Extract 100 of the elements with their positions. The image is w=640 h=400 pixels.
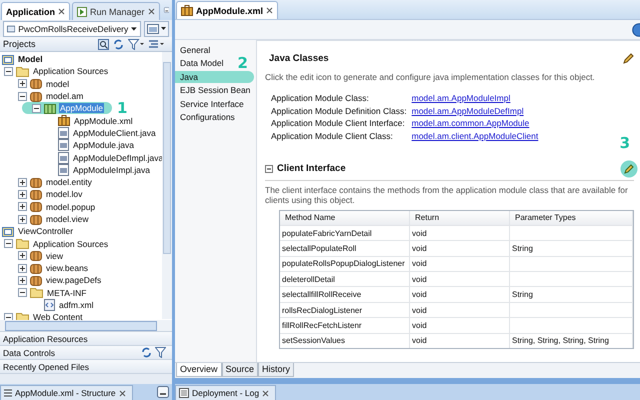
- menu-button[interactable]: [144, 20, 169, 36]
- view-tab[interactable]: Source: [222, 363, 258, 377]
- sync-icon[interactable]: [113, 38, 124, 50]
- collapse-icon[interactable]: [4, 239, 13, 248]
- sync-icon[interactable]: [141, 347, 152, 358]
- tree-item[interactable]: META-INF: [46, 288, 88, 298]
- caret-icon: [131, 26, 137, 30]
- close-icon[interactable]: [266, 7, 273, 14]
- filter-icon[interactable]: [128, 38, 144, 50]
- nav-item[interactable]: Java: [175, 70, 254, 83]
- close-icon[interactable]: [148, 8, 155, 15]
- tree-item[interactable]: Application Sources: [32, 238, 110, 249]
- tree-item[interactable]: AppModuleImpl.java: [72, 164, 152, 175]
- field-label: Application Module Client Interface:: [271, 118, 406, 128]
- tree-item[interactable]: Model: [17, 54, 44, 64]
- collapse-icon[interactable]: [18, 288, 27, 298]
- scrollbar[interactable]: [0, 320, 172, 331]
- editor-tab[interactable]: AppModule.xml: [176, 1, 278, 19]
- class-link[interactable]: model.am.client.AppModuleClient: [412, 130, 538, 140]
- close-icon[interactable]: [262, 390, 270, 396]
- table-cell: rollsRecDialogListener: [280, 302, 410, 318]
- tree-item[interactable]: model: [45, 78, 70, 89]
- tree-item[interactable]: AppModuleDefImpl.java: [72, 152, 164, 163]
- tree-item[interactable]: view: [45, 250, 64, 261]
- section-title: Client Interface: [277, 163, 347, 174]
- help-icon[interactable]: [632, 22, 640, 36]
- expand-icon[interactable]: [18, 214, 27, 224]
- column-header[interactable]: Method Name: [280, 210, 410, 225]
- tree-item[interactable]: AppModuleClient.java: [72, 128, 157, 138]
- callout-number: 3: [620, 136, 630, 150]
- tree-item[interactable]: Application Sources: [32, 66, 110, 76]
- expand-icon[interactable]: [18, 178, 27, 187]
- expand-icon[interactable]: [18, 276, 27, 285]
- tree-item[interactable]: adfm.xml: [58, 300, 94, 310]
- nav-item[interactable]: Service Interface: [175, 98, 248, 110]
- tree-item[interactable]: view.pageDefs: [45, 275, 102, 286]
- collapse-icon[interactable]: [4, 312, 13, 322]
- nav-item[interactable]: Configurations: [175, 111, 239, 124]
- collapse-icon[interactable]: [4, 66, 13, 76]
- search-icon[interactable]: [98, 38, 109, 50]
- expand-icon[interactable]: [18, 190, 27, 199]
- table-cell: void: [410, 272, 510, 286]
- column-header[interactable]: Parameter Types: [510, 210, 633, 225]
- nav-item[interactable]: General: [175, 44, 214, 56]
- folder-icon: [16, 66, 29, 77]
- java-file-icon: [58, 139, 69, 152]
- close-icon[interactable]: [118, 390, 126, 396]
- caret-icon: [161, 27, 166, 30]
- xml-file-icon: [44, 299, 55, 312]
- tree-item[interactable]: AppModule.xml: [73, 116, 134, 126]
- table-cell: void: [410, 334, 510, 348]
- tree-item[interactable]: model.popup: [45, 202, 96, 212]
- panel-tab[interactable]: AppModule.xml - Structure: [0, 385, 133, 400]
- application-dropdown[interactable]: PwcOmRollsReceiveDelivery: [3, 20, 141, 36]
- pencil-icon[interactable]: [623, 53, 634, 64]
- column-header[interactable]: Return: [410, 210, 510, 225]
- package-icon: [30, 274, 42, 286]
- view-tab[interactable]: Overview: [176, 363, 222, 377]
- table-cell: selectallPopulateRoll: [280, 241, 410, 256]
- scrollbar[interactable]: [162, 52, 172, 319]
- tree-item[interactable]: model.am: [45, 91, 84, 102]
- tree-item[interactable]: view.beans: [45, 263, 90, 274]
- expand-icon[interactable]: [18, 251, 27, 260]
- nav-item[interactable]: EJB Session Bean: [175, 84, 254, 96]
- expand-icon[interactable]: [18, 202, 27, 212]
- minimize-icon[interactable]: [157, 386, 169, 398]
- table-cell: String, String, String, String: [510, 334, 633, 348]
- java-file-icon: [58, 152, 69, 164]
- panel-tab[interactable]: Application: [1, 2, 70, 20]
- description-text: The client interface contains the methods from the application module class that are available for clients using this object.: [265, 184, 629, 204]
- panel-tab[interactable]: Run Manager: [72, 2, 160, 20]
- class-link[interactable]: model.am.AppModuleImpl: [412, 93, 538, 103]
- table-cell: setSessionValues: [280, 334, 410, 348]
- view-tab[interactable]: History: [258, 363, 294, 377]
- tree-item[interactable]: model.entity: [45, 177, 93, 188]
- tree-item[interactable]: AppModule: [59, 103, 104, 114]
- tree-item[interactable]: model.view: [45, 214, 90, 224]
- nav-item[interactable]: Data Model: [175, 57, 228, 70]
- pencil-icon[interactable]: [620, 160, 638, 178]
- class-link[interactable]: model.am.AppModuleDefImpl: [412, 106, 538, 116]
- package-icon: [30, 188, 42, 200]
- log-icon: [179, 388, 189, 398]
- panel-tab[interactable]: Deployment - Log: [175, 385, 276, 400]
- list-options-icon[interactable]: [148, 38, 164, 50]
- tree-item[interactable]: AppModule.java: [72, 140, 135, 150]
- table-cell: populateRollsPopupDialogListener: [280, 256, 410, 272]
- expand-icon[interactable]: [18, 264, 27, 273]
- expand-icon[interactable]: [18, 79, 27, 88]
- class-link[interactable]: model.am.common.AppModule: [412, 118, 538, 128]
- package-icon: [30, 78, 42, 90]
- tree-item[interactable]: model.lov: [45, 189, 84, 200]
- table-cell: void: [410, 287, 510, 302]
- close-icon[interactable]: [58, 8, 65, 15]
- collapse-icon[interactable]: [265, 164, 273, 172]
- table-cell: void: [410, 318, 510, 333]
- tree-item[interactable]: Web Content: [32, 312, 84, 322]
- briefcase-icon: [58, 115, 70, 126]
- collapse-icon[interactable]: [32, 104, 41, 113]
- collapse-icon[interactable]: [18, 92, 27, 101]
- tree-item[interactable]: ViewController: [17, 226, 74, 236]
